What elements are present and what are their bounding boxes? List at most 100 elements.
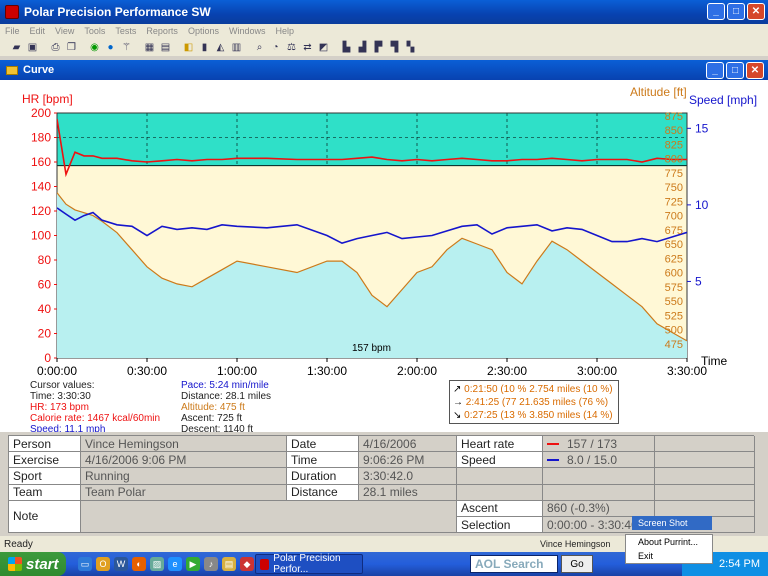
zoom-icon[interactable]: ⌕ [253,41,266,53]
note-value[interactable] [81,500,457,534]
altitude-tick-label: 600 [665,268,683,280]
person-label: Person [9,436,81,453]
media-icon[interactable]: ▶ [186,557,200,571]
date-label: Date [287,436,359,453]
analysis-icon[interactable]: ◔ [269,41,282,53]
aol-search-input[interactable]: AOL Search [470,555,558,573]
lap-row-flat: → 2:41:25 (77 21.635 miles (76 %) [453,396,615,409]
explorer-icon[interactable]: ▤ [222,557,236,571]
table-icon[interactable]: ▥ [230,41,243,53]
altitude-tick-label: 775 [665,168,683,180]
curve-maximize-button[interactable]: □ [726,62,744,79]
team-value: Team Polar [81,484,287,501]
flat-arrow-icon: → [453,397,463,408]
time-value: 9:06:26 PM [359,452,457,469]
app-title: Polar Precision Performance SW [24,5,211,19]
selection-label: Selection [457,516,543,534]
start-button[interactable]: start [0,552,66,576]
copy-icon[interactable]: ❐ [65,41,78,53]
x-tick-label: 0:00:00 [37,364,77,378]
distance-value: 28.1 miles [359,484,457,501]
minimize-button[interactable]: _ [707,3,725,20]
wand-icon[interactable]: ⚚ [120,41,133,53]
open-folder-icon[interactable]: ▰ [10,41,23,53]
print-icon[interactable]: ⎙ [49,41,62,53]
speed-axis-label: Speed [mph] [689,93,757,107]
context-about[interactable]: About Purrint... [626,535,712,549]
picture-icon[interactable]: ▨ [150,557,164,571]
report-chart-2-icon[interactable]: ▟ [356,41,369,53]
report-chart-4-icon[interactable]: ▜ [388,41,401,53]
curve-minimize-button[interactable]: _ [706,62,724,79]
swap-icon[interactable]: ⇄ [301,41,314,53]
menu-options[interactable]: Options [183,26,224,36]
word-icon[interactable]: W [114,557,128,571]
hr-tick-label: 100 [31,229,51,243]
toolbar: ▰ ▣ ⎙ ❐ ◉ ● ⚚ ▦ ▤ ◧ ▮ ◭ ▥ ⌕ ◔ ⚖ ⇄ ◩ ▙ ▟ … [0,38,768,56]
menu-tools[interactable]: Tools [79,26,110,36]
aol-go-button[interactable]: Go [561,555,593,573]
book-icon[interactable]: ▤ [159,41,172,53]
hr-tick-label: 20 [38,327,52,341]
clock: 2:54 PM [719,558,760,570]
menu-view[interactable]: View [50,26,79,36]
close-button[interactable]: ✕ [747,3,765,20]
music-icon[interactable]: ♪ [204,557,218,571]
altitude-tick-label: 625 [665,253,683,265]
x-tick-label: 3:00:00 [577,364,617,378]
x-tick-label: 0:30:00 [127,364,167,378]
report-chart-5-icon[interactable]: ▚ [404,41,417,53]
lap-flat-text: 2:41:25 (77 21.635 miles (76 %) [465,397,609,408]
menu-reports[interactable]: Reports [141,26,183,36]
team-label: Team [9,484,81,501]
report-chart-3-icon[interactable]: ▛ [372,41,385,53]
folder-chart-icon[interactable]: ◧ [182,41,195,53]
graph-icon[interactable]: ◩ [317,41,330,53]
save-icon[interactable]: ▣ [26,41,39,53]
duration-value: 3:30:42.0 [359,468,457,485]
menu-edit[interactable]: Edit [25,26,51,36]
hr-tick-label: 140 [31,180,51,194]
context-exit[interactable]: Exit [626,549,712,563]
compare-icon[interactable]: ⚖ [285,41,298,53]
heart-rate-label: Heart rate [457,436,543,453]
menu-help[interactable]: Help [270,26,299,36]
uphill-arrow-icon: ↗ [453,384,462,395]
firefox-icon[interactable]: ◐ [132,557,146,571]
exercise-value: 4/16/2006 9:06 PM [81,452,287,469]
curve-chart-area[interactable]: 200 180 160 140 120 100 80 60 40 20 0 875 850 825 800 7… [0,80,768,435]
globe-icon[interactable]: ● [104,41,117,53]
lap-summary-box: ↗ 0:21:50 (10 % 2.754 miles (10 %) → 2:4… [449,380,619,424]
note-label: Note [9,500,81,534]
hr-tick-label: 80 [38,253,52,267]
altitude-tick-label: 725 [665,196,683,208]
speed-legend-line [547,458,559,461]
area-chart-icon[interactable]: ◭ [214,41,227,53]
desktop-icon[interactable]: ▭ [78,557,92,571]
hr-tick-label: 60 [38,278,52,292]
speed-tick-label: 15 [695,121,709,135]
report-chart-1-icon[interactable]: ▙ [340,41,353,53]
time-label: Time [287,452,359,469]
duration-label: Duration [287,468,359,485]
security-icon[interactable]: ◆ [240,557,254,571]
menu-file[interactable]: File [0,26,25,36]
cursor-time: Time: 3:30:30 [30,391,91,402]
app-title-bar: Polar Precision Performance SW _ □ ✕ [0,0,768,24]
outlook-icon[interactable]: O [96,557,110,571]
polar-app-icon [5,5,19,19]
sync-icon[interactable]: ◉ [88,41,101,53]
curve-close-button[interactable]: ✕ [746,62,764,79]
maximize-button[interactable]: □ [727,3,745,20]
ascent-value: 860 (-0.3%) [543,500,655,517]
speed-tick-label: 5 [695,274,702,288]
person-value: Vince Hemingson [81,436,287,453]
menu-tests[interactable]: Tests [110,26,141,36]
folder-icon [6,65,18,75]
ie-icon[interactable]: e [168,557,182,571]
menu-windows[interactable]: Windows [224,26,271,36]
status-user: Vince Hemingson [540,539,611,549]
calendar-icon[interactable]: ▦ [143,41,156,53]
bar-chart-icon[interactable]: ▮ [198,41,211,53]
taskbar-polar-app[interactable]: Polar Precision Perfor... [255,553,363,575]
